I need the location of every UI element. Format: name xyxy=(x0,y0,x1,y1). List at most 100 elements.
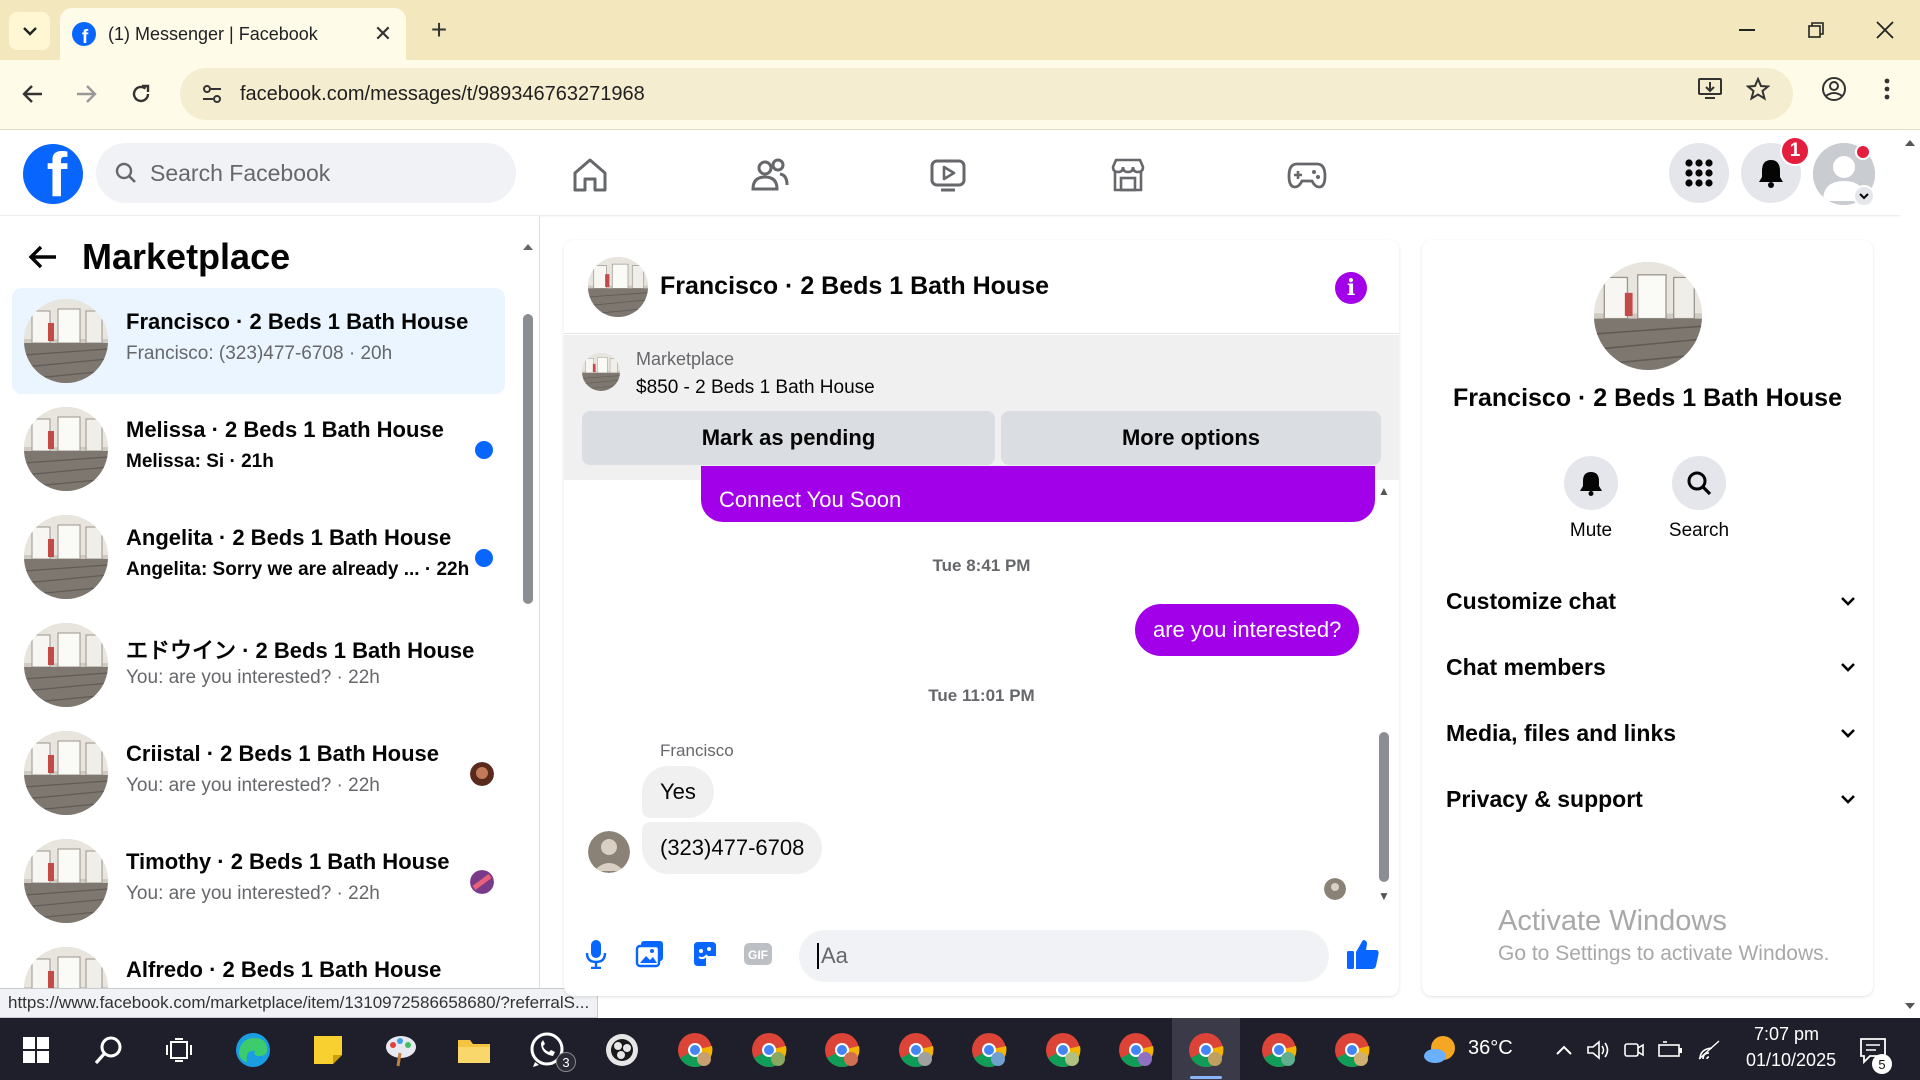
home-nav-icon[interactable] xyxy=(568,153,612,197)
sticker-icon[interactable] xyxy=(686,936,722,972)
browser-menu-icon[interactable] xyxy=(1872,74,1902,104)
chrome-window-icon[interactable] xyxy=(1256,1027,1302,1073)
chrome-window-icon[interactable] xyxy=(1183,1027,1229,1073)
browser-tab[interactable]: f (1) Messenger | Facebook ✕ xyxy=(60,8,406,60)
forward-button[interactable] xyxy=(68,76,104,112)
facebook-logo[interactable]: f xyxy=(23,144,83,204)
new-tab-button[interactable]: + xyxy=(423,14,455,46)
conversation-preview: Melissa: Si · 21h xyxy=(126,451,274,472)
back-button[interactable] xyxy=(15,76,51,112)
edge-browser-icon[interactable] xyxy=(230,1027,276,1073)
facebook-search-input[interactable]: Search Facebook xyxy=(96,143,516,203)
account-menu-chevron-icon[interactable] xyxy=(1853,185,1875,207)
page-scrollbar[interactable] xyxy=(1900,131,1920,1018)
message-input[interactable]: Aa xyxy=(799,930,1329,982)
clock-date[interactable]: 01/10/2025 xyxy=(1746,1050,1836,1071)
mark-as-pending-button[interactable]: Mark as pending xyxy=(582,411,995,465)
customize-chat-row[interactable]: Customize chat xyxy=(1446,581,1856,621)
privacy-support-row[interactable]: Privacy & support xyxy=(1446,779,1856,819)
chevron-down-icon xyxy=(1841,663,1855,672)
back-arrow-icon[interactable] xyxy=(28,244,58,270)
search-icon xyxy=(1687,471,1712,496)
gif-icon[interactable]: GIF xyxy=(740,936,776,972)
sender-avatar[interactable] xyxy=(588,831,630,873)
address-bar[interactable]: facebook.com/messages/t/989346763271968 xyxy=(180,68,1793,120)
marketplace-nav-icon[interactable] xyxy=(1106,153,1150,197)
outgoing-message-bubble[interactable]: Connect You Soon xyxy=(701,466,1375,522)
scroll-down-arrow-icon[interactable]: ▼ xyxy=(1376,888,1392,904)
unread-dot xyxy=(475,441,493,459)
bookmark-star-icon[interactable] xyxy=(1743,74,1773,104)
wifi-icon[interactable] xyxy=(1687,1027,1733,1073)
install-app-icon[interactable] xyxy=(1695,74,1725,104)
minimize-button[interactable] xyxy=(1724,8,1770,52)
chrome-window-icon[interactable] xyxy=(672,1027,718,1073)
clock-time[interactable]: 7:07 pm xyxy=(1754,1024,1819,1045)
chrome-window-icon[interactable] xyxy=(1040,1027,1086,1073)
account-status-dot xyxy=(1855,144,1871,160)
marketplace-title: Marketplace xyxy=(82,236,291,277)
media-files-links-row[interactable]: Media, files and links xyxy=(1446,713,1856,753)
chat-members-row[interactable]: Chat members xyxy=(1446,647,1856,687)
chat-title[interactable]: Francisco · 2 Beds 1 Bath House xyxy=(660,272,1049,301)
menu-grid-button[interactable] xyxy=(1669,143,1729,203)
chrome-window-icon[interactable] xyxy=(893,1027,939,1073)
task-view-icon[interactable] xyxy=(156,1027,202,1073)
microphone-icon[interactable] xyxy=(578,936,614,972)
notification-badge: 1 xyxy=(1780,136,1810,166)
gaming-nav-icon[interactable] xyxy=(1285,153,1329,197)
chat-scroll-thumb[interactable] xyxy=(1379,732,1389,882)
friends-nav-icon[interactable] xyxy=(748,153,792,197)
incoming-message-bubble[interactable]: Yes xyxy=(642,766,714,818)
restore-button[interactable] xyxy=(1793,8,1839,52)
more-options-button[interactable]: More options xyxy=(1001,411,1381,465)
tab-search-button[interactable] xyxy=(9,12,50,50)
conversation-item[interactable]: Francisco · 2 Beds 1 Bath House Francisc… xyxy=(12,288,505,394)
outgoing-message-bubble[interactable]: are you interested? xyxy=(1135,604,1360,656)
conversation-item[interactable]: Angelita · 2 Beds 1 Bath House Angelita:… xyxy=(12,504,505,610)
mute-button[interactable]: Mute xyxy=(1551,456,1631,542)
chat-avatar[interactable] xyxy=(588,257,648,317)
file-explorer-icon[interactable] xyxy=(451,1027,497,1073)
link-status-bar: https://www.facebook.com/marketplace/ite… xyxy=(0,988,599,1018)
photo-icon[interactable] xyxy=(632,936,668,972)
marketplace-listing-banner: Marketplace $850 - 2 Beds 1 Bath House M… xyxy=(564,335,1399,480)
reload-button[interactable] xyxy=(123,76,159,112)
conversation-item[interactable]: エドウイン · 2 Beds 1 Bath House You: are you… xyxy=(12,612,505,718)
listing-price-title[interactable]: $850 - 2 Beds 1 Bath House xyxy=(636,377,875,399)
conversation-item[interactable]: Melissa · 2 Beds 1 Bath House Melissa: S… xyxy=(12,396,505,502)
windows-start-icon[interactable] xyxy=(13,1027,59,1073)
weather-icon[interactable] xyxy=(1418,1027,1464,1073)
chrome-window-icon[interactable] xyxy=(746,1027,792,1073)
conversation-item[interactable]: Criistal · 2 Beds 1 Bath House You: are … xyxy=(12,720,505,826)
close-window-button[interactable] xyxy=(1862,8,1908,52)
conversation-name: Alfredo · 2 Beds 1 Bath House xyxy=(126,957,442,982)
search-placeholder: Search Facebook xyxy=(150,159,331,186)
chat-header: Francisco · 2 Beds 1 Bath House i xyxy=(564,240,1399,334)
profile-icon[interactable] xyxy=(1819,74,1849,104)
site-info-icon[interactable] xyxy=(194,76,230,112)
bell-icon xyxy=(1759,160,1783,188)
obs-app-icon[interactable] xyxy=(599,1027,645,1073)
conversation-item[interactable]: Timothy · 2 Beds 1 Bath House You: are y… xyxy=(12,828,505,934)
contact-avatar[interactable] xyxy=(1594,262,1702,370)
activate-title: Activate Windows xyxy=(1498,905,1727,937)
chrome-window-icon[interactable] xyxy=(1329,1027,1375,1073)
paint-app-icon[interactable] xyxy=(378,1027,424,1073)
chevron-down-icon xyxy=(1841,729,1855,738)
taskbar-search-icon[interactable] xyxy=(86,1027,132,1073)
chrome-window-icon[interactable] xyxy=(819,1027,865,1073)
search-in-chat-button[interactable]: Search xyxy=(1659,456,1739,542)
info-icon[interactable]: i xyxy=(1335,272,1367,304)
chevron-down-icon xyxy=(1841,795,1855,804)
scroll-up-arrow-icon[interactable]: ▲ xyxy=(1376,483,1392,499)
incoming-message-bubble[interactable]: (323)477-6708 xyxy=(642,822,823,874)
sticky-notes-icon[interactable] xyxy=(305,1027,351,1073)
chrome-window-icon[interactable] xyxy=(1113,1027,1159,1073)
chrome-window-icon[interactable] xyxy=(966,1027,1012,1073)
tab-close-icon[interactable]: ✕ xyxy=(368,19,398,49)
video-nav-icon[interactable] xyxy=(926,153,970,197)
list-scroll-thumb[interactable] xyxy=(523,314,533,604)
thumbs-up-icon[interactable] xyxy=(1345,936,1381,972)
conversation-name: Criistal · 2 Beds 1 Bath House xyxy=(126,741,439,766)
